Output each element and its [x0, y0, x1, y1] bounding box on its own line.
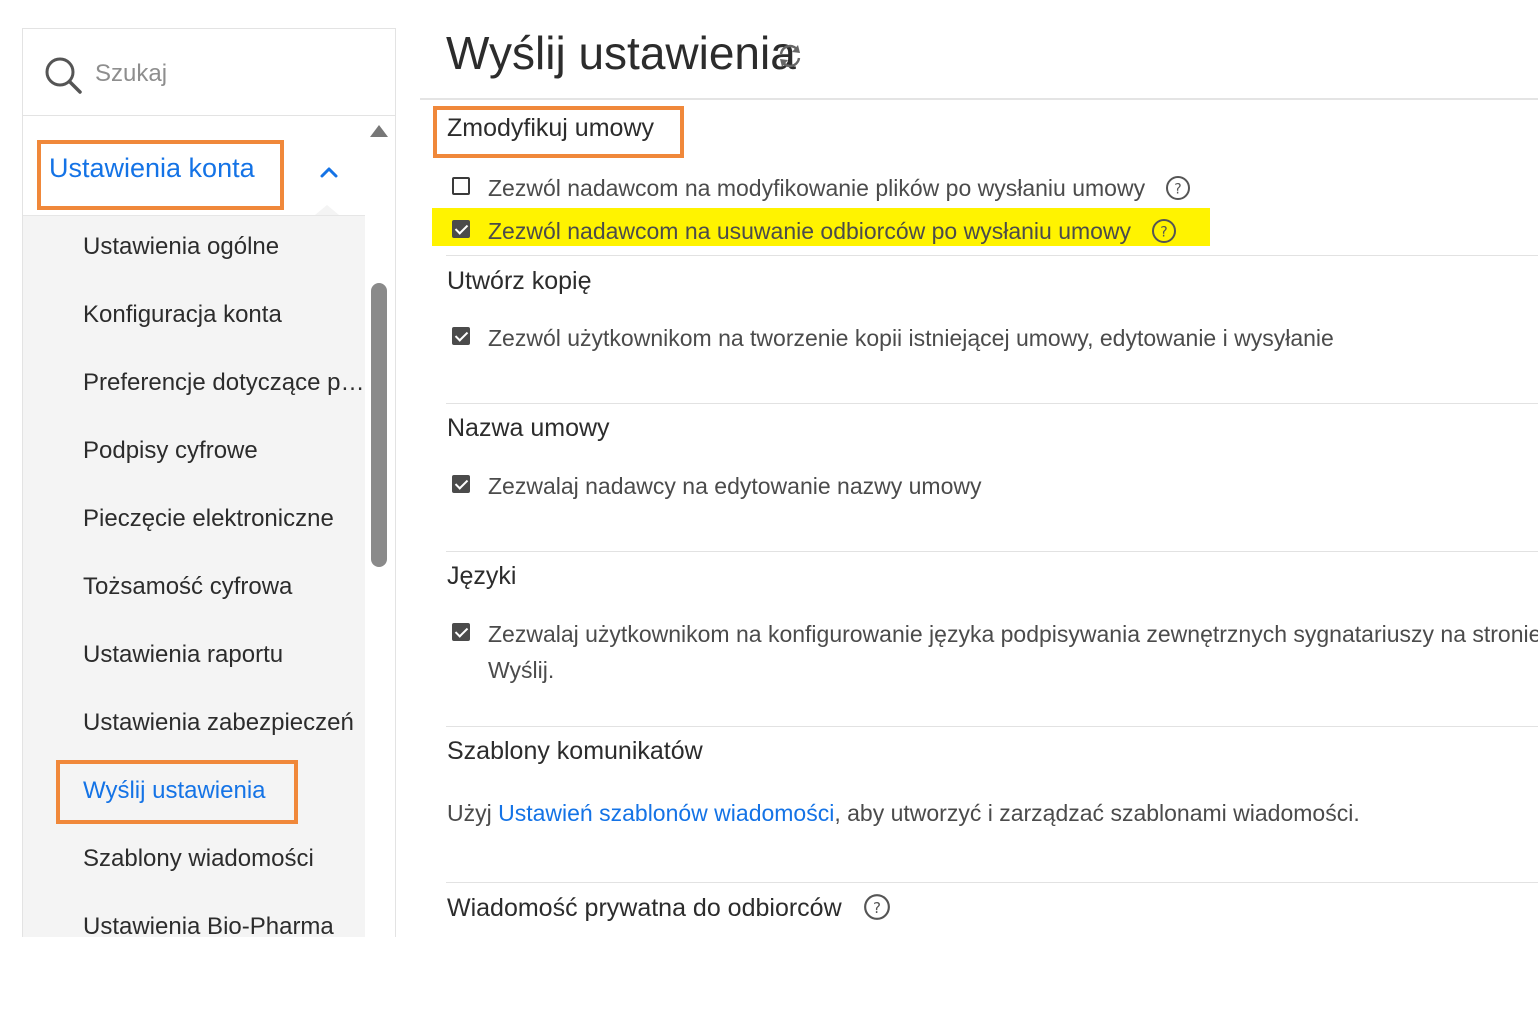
checkbox-remove-recipients[interactable]: [452, 220, 470, 238]
section-divider: [446, 255, 1538, 256]
highlight-box-modify-agreements: [433, 106, 684, 158]
search-bar: [23, 29, 395, 116]
sidebar-item-general-settings[interactable]: Ustawienia ogólne: [83, 233, 365, 261]
info-text-after: , aby utworzyć i zarządzać szablonami wi…: [834, 800, 1360, 826]
option-label-line2: Wyślij.: [488, 657, 555, 683]
sidebar-item-bio-pharma-settings[interactable]: Ustawienia Bio-Pharma: [83, 913, 365, 937]
refresh-icon[interactable]: [776, 42, 804, 70]
sidebar-item-report-settings[interactable]: Ustawienia raportu: [83, 641, 365, 669]
page: Ustawienia konta Ustawienia ogólne Konfi…: [0, 0, 1538, 1016]
search-input[interactable]: [93, 55, 357, 93]
section-title-agreement-name: Nazwa umowy: [447, 414, 610, 442]
message-templates-info: Użyj Ustawień szablonów wiadomości, aby …: [447, 800, 1360, 827]
highlight-box-account-settings: [37, 140, 284, 210]
section-title-create-copy: Utwórz kopię: [447, 267, 592, 295]
help-icon[interactable]: ?: [1165, 175, 1191, 201]
section-divider: [446, 403, 1538, 404]
svg-text:?: ?: [1175, 181, 1182, 197]
help-icon[interactable]: ?: [863, 893, 891, 921]
option-label: Zezwól nadawcom na modyfikowanie plików …: [488, 175, 1146, 201]
message-template-settings-link[interactable]: Ustawień szablonów wiadomości: [498, 800, 834, 826]
section-title-message-templates: Szablony komunikatów: [447, 737, 703, 765]
chevron-up-icon[interactable]: [319, 165, 339, 179]
option-label: Zezwól użytkownikom na tworzenie kopii i…: [488, 325, 1334, 351]
option-remove-recipients-label-wrap: Zezwól nadawcom na usuwanie odbiorców po…: [488, 213, 1177, 250]
svg-text:?: ?: [1161, 224, 1168, 240]
sidebar-item-electronic-seals[interactable]: Pieczęcie elektroniczne: [83, 505, 365, 533]
section-title-private-message: Wiadomość prywatna do odbiorców ?: [447, 894, 891, 923]
section-title-languages: Języki: [447, 562, 517, 590]
sidebar-scrollbar-thumb[interactable]: [371, 283, 387, 567]
sidebar-item-digital-identity[interactable]: Tożsamość cyfrowa: [83, 573, 365, 601]
highlight-box-send-settings: [56, 760, 298, 824]
option-modify-files-label-wrap: Zezwól nadawcom na modyfikowanie plików …: [488, 170, 1191, 207]
sidebar-item-preferences[interactable]: Preferencje dotyczące po...: [83, 369, 365, 397]
checkbox-edit-agreement-name[interactable]: [452, 475, 470, 493]
sidebar-item-security-settings[interactable]: Ustawienia zabezpieczeń: [83, 709, 365, 737]
sidebar-item-account-setup[interactable]: Konfiguracja konta: [83, 301, 365, 329]
checkbox-create-copy[interactable]: [452, 327, 470, 345]
search-icon[interactable]: [43, 55, 83, 95]
option-label: Zezwalaj nadawcy na edytowanie nazwy umo…: [488, 473, 982, 499]
section-divider: [446, 882, 1538, 883]
help-icon[interactable]: ?: [1151, 218, 1177, 244]
section-notch: [315, 205, 339, 215]
title-divider: [420, 98, 1538, 100]
sidebar-item-message-templates[interactable]: Szablony wiadomości: [83, 845, 365, 873]
checkbox-signer-language[interactable]: [452, 623, 470, 641]
section-divider: [446, 551, 1538, 552]
svg-text:?: ?: [873, 899, 881, 917]
section-title-label: Wiadomość prywatna do odbiorców: [447, 894, 842, 922]
page-title: Wyślij ustawienia: [446, 27, 796, 79]
sidebar-item-digital-signatures[interactable]: Podpisy cyfrowe: [83, 437, 365, 465]
checkbox-modify-files[interactable]: [452, 177, 470, 195]
scroll-up-arrow-icon[interactable]: [369, 123, 389, 139]
info-text-before: Użyj: [447, 800, 499, 826]
section-divider: [446, 726, 1538, 727]
option-label: Zezwól nadawcom na usuwanie odbiorców po…: [488, 218, 1132, 244]
option-label-line1: Zezwalaj użytkownikom na konfigurowanie …: [488, 621, 1538, 647]
